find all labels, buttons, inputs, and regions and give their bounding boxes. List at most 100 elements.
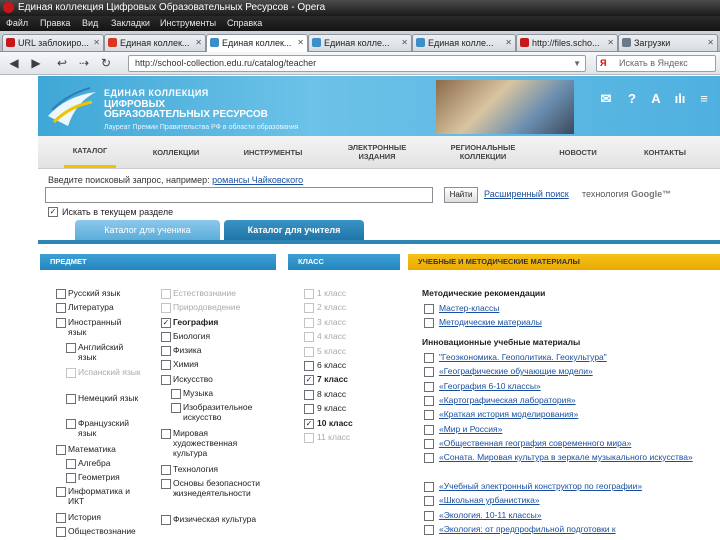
- tab-student-catalog[interactable]: Каталог для ученика: [75, 220, 220, 240]
- material-link[interactable]: «Экология: от предпрофильной подготовки …: [439, 524, 616, 534]
- subject-checkbox[interactable]: [56, 303, 66, 313]
- material-link[interactable]: "Геоэкономика. Геополитика. Геокультура": [439, 352, 607, 362]
- material-checkbox[interactable]: [424, 496, 434, 506]
- close-icon[interactable]: ✕: [93, 35, 100, 51]
- browser-tab-active[interactable]: Единая коллек... ✕: [206, 34, 308, 52]
- browser-tab[interactable]: Единая колле... ✕: [412, 34, 516, 51]
- subject-checkbox[interactable]: [161, 429, 171, 439]
- nav-regional-collections[interactable]: РЕГИОНАЛЬНЫЕ КОЛЛЕКЦИИ: [440, 136, 526, 168]
- reload-icon[interactable]: ↻: [98, 55, 114, 71]
- close-icon[interactable]: ✕: [505, 35, 512, 51]
- material-checkbox[interactable]: [424, 511, 434, 521]
- material-checkbox[interactable]: [424, 367, 434, 377]
- close-icon[interactable]: ✕: [195, 35, 202, 51]
- menu-view[interactable]: Вид: [82, 16, 98, 31]
- material-checkbox[interactable]: [424, 425, 434, 435]
- chevron-down-icon[interactable]: ▼: [573, 56, 581, 71]
- subject-checkbox[interactable]: [161, 346, 171, 356]
- back-icon[interactable]: ◀: [6, 55, 22, 71]
- menu-help[interactable]: Справка: [227, 16, 262, 31]
- material-link[interactable]: Мастер-классы: [439, 303, 499, 313]
- material-checkbox[interactable]: [424, 525, 434, 535]
- nav-news[interactable]: НОВОСТИ: [550, 136, 606, 168]
- material-checkbox[interactable]: [424, 318, 434, 328]
- material-checkbox[interactable]: [424, 382, 434, 392]
- close-icon[interactable]: ✕: [401, 35, 408, 51]
- material-checkbox[interactable]: [424, 453, 434, 463]
- address-bar[interactable]: http://school-collection.edu.ru/catalog/…: [128, 55, 586, 72]
- menu-tools[interactable]: Инструменты: [160, 16, 216, 31]
- browser-tab[interactable]: URL заблокиро... ✕: [2, 34, 104, 51]
- material-checkbox[interactable]: [424, 439, 434, 449]
- grade-checkbox[interactable]: [304, 404, 314, 415]
- fast-forward-icon[interactable]: ⇢: [76, 55, 92, 71]
- subject-checkbox[interactable]: [66, 394, 76, 404]
- catalog-search-input[interactable]: [45, 187, 433, 203]
- material-link[interactable]: «Общественная география современного мир…: [439, 438, 631, 448]
- material-link[interactable]: «Соната. Мировая культура в зеркале музы…: [439, 452, 701, 462]
- material-link[interactable]: «Географические обучающие модели»: [439, 366, 593, 376]
- subject-checkbox[interactable]: [66, 459, 76, 469]
- advanced-search-link[interactable]: Расширенный поиск: [484, 189, 569, 199]
- material-link[interactable]: «Мир и Россия»: [439, 424, 502, 434]
- forward-icon[interactable]: ▶: [28, 55, 44, 71]
- subject-checkbox[interactable]: [161, 465, 171, 475]
- material-link[interactable]: «Краткая история моделирования»: [439, 409, 578, 419]
- subject-checkbox[interactable]: [66, 343, 76, 353]
- menu-edit[interactable]: Правка: [40, 16, 70, 31]
- tab-teacher-catalog[interactable]: Каталог для учителя: [224, 220, 364, 240]
- font-size-icon[interactable]: A: [648, 91, 664, 107]
- grade-checkbox[interactable]: [304, 361, 314, 371]
- material-checkbox[interactable]: [424, 304, 434, 314]
- material-link[interactable]: Методические материалы: [439, 317, 542, 327]
- subject-checkbox[interactable]: [66, 419, 76, 429]
- subject-checkbox[interactable]: [56, 487, 66, 497]
- subject-checkbox[interactable]: [56, 318, 66, 328]
- subject-checkbox[interactable]: [171, 389, 181, 399]
- grade-checkbox[interactable]: [304, 389, 314, 400]
- subject-checkbox[interactable]: ✓: [161, 318, 171, 328]
- search-in-section-checkbox[interactable]: ✓: [48, 207, 58, 217]
- subject-checkbox[interactable]: [56, 513, 66, 523]
- stats-icon[interactable]: ılı: [672, 91, 688, 107]
- browser-tab[interactable]: Загрузки ✕: [618, 34, 718, 51]
- subject-checkbox[interactable]: [56, 289, 66, 299]
- nav-tools[interactable]: ИНСТРУМЕНТЫ: [234, 136, 312, 168]
- nav-catalog[interactable]: КАТАЛОГ: [64, 136, 116, 168]
- rewind-icon[interactable]: ↩: [54, 55, 70, 71]
- grade-checkbox[interactable]: ✓: [304, 418, 314, 429]
- nav-e-publications[interactable]: ЭЛЕКТРОННЫЕ ИЗДАНИЯ: [336, 136, 418, 168]
- material-checkbox[interactable]: [424, 410, 434, 420]
- site-logo-icon[interactable]: [46, 86, 98, 130]
- subject-checkbox[interactable]: [161, 332, 171, 342]
- close-icon[interactable]: ✕: [607, 35, 614, 51]
- close-icon[interactable]: ✕: [297, 35, 304, 51]
- browser-tab[interactable]: Единая колле... ✕: [308, 34, 412, 51]
- menu-icon[interactable]: ≡: [696, 91, 712, 107]
- material-link[interactable]: «Картографическая лаборатория»: [439, 395, 576, 405]
- subject-checkbox[interactable]: [161, 375, 171, 385]
- mail-icon[interactable]: ✉: [598, 91, 614, 107]
- material-link[interactable]: «Учебный электронный конструктор по геог…: [439, 481, 642, 491]
- subject-checkbox[interactable]: [56, 527, 66, 537]
- material-link[interactable]: «Экология. 10-11 классы»: [439, 510, 541, 520]
- material-checkbox[interactable]: [424, 396, 434, 406]
- search-example-link[interactable]: романсы Чайковского: [212, 175, 303, 185]
- menu-bookmarks[interactable]: Закладки: [111, 16, 150, 31]
- find-button[interactable]: Найти: [444, 187, 478, 203]
- search-input[interactable]: Я Искать в Яндекс: [596, 55, 716, 72]
- nav-contacts[interactable]: КОНТАКТЫ: [634, 136, 696, 168]
- help-icon[interactable]: ?: [624, 91, 640, 107]
- material-link[interactable]: «География 6-10 классы»: [439, 381, 541, 391]
- subject-checkbox[interactable]: [161, 515, 171, 525]
- material-link[interactable]: «Школьная урбанистика»: [439, 495, 540, 505]
- close-icon[interactable]: ✕: [707, 35, 714, 51]
- grade-checkbox[interactable]: ✓: [304, 375, 314, 386]
- browser-tab[interactable]: Единая коллек... ✕: [104, 34, 206, 51]
- subject-checkbox[interactable]: [56, 445, 66, 455]
- subject-checkbox[interactable]: [161, 360, 171, 370]
- material-checkbox[interactable]: [424, 353, 434, 363]
- nav-collections[interactable]: КОЛЛЕКЦИИ: [142, 136, 210, 168]
- browser-tab[interactable]: http://files.scho... ✕: [516, 34, 618, 51]
- subject-checkbox[interactable]: [161, 479, 171, 489]
